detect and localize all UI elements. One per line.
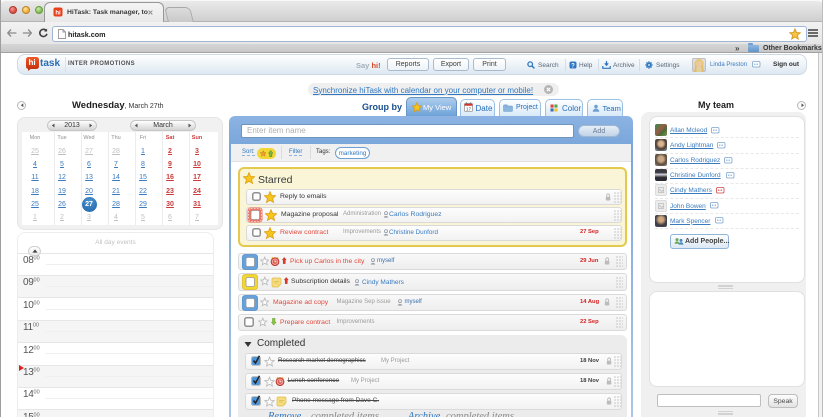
svg-text:17: 17 <box>466 106 472 111</box>
svg-text:?: ? <box>571 63 575 69</box>
svg-text:hi: hi <box>55 10 61 16</box>
